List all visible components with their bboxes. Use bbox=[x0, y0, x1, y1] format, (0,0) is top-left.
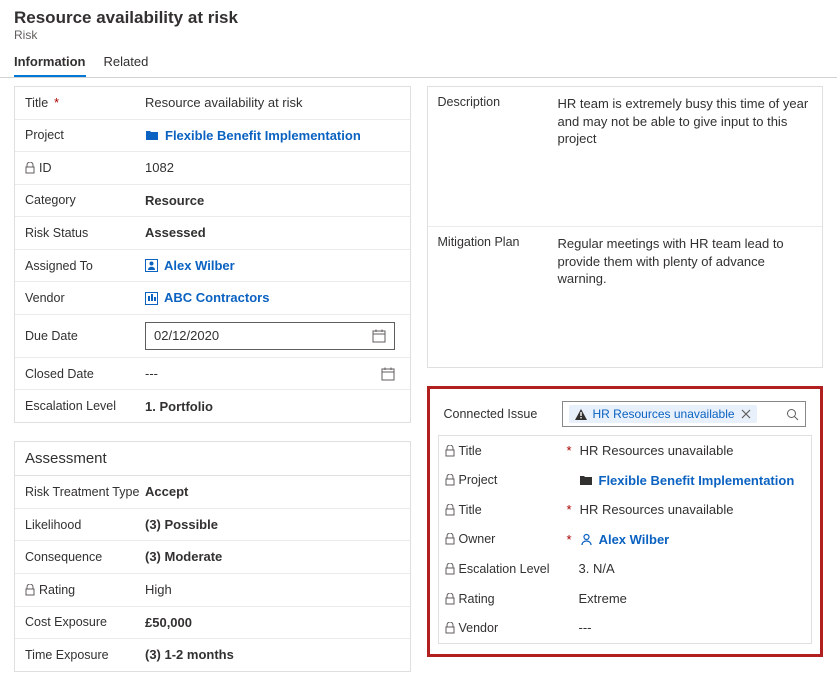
calendar-icon[interactable] bbox=[372, 329, 386, 343]
lock-icon bbox=[445, 504, 455, 516]
connected-issue-lookup[interactable]: HR Resources unavailable bbox=[562, 401, 807, 427]
tab-related[interactable]: Related bbox=[104, 54, 149, 77]
label-category: Category bbox=[25, 193, 145, 207]
label-closed-date: Closed Date bbox=[25, 367, 145, 381]
person-icon bbox=[145, 259, 158, 272]
value-ci-title: HR Resources unavailable bbox=[580, 442, 805, 460]
folder-icon bbox=[145, 129, 159, 141]
label-id: ID bbox=[39, 161, 52, 175]
value-escalation-level[interactable]: 1. Portfolio bbox=[145, 398, 400, 416]
value-category[interactable]: Resource bbox=[145, 192, 400, 210]
lock-icon bbox=[445, 445, 455, 457]
value-id: 1082 bbox=[145, 159, 400, 177]
label-ci-title2: Title bbox=[459, 503, 482, 517]
value-closed-date[interactable]: --- bbox=[145, 365, 158, 383]
lock-icon bbox=[445, 533, 455, 545]
close-icon[interactable] bbox=[741, 409, 751, 419]
folder-icon bbox=[579, 474, 593, 486]
lock-icon bbox=[445, 593, 455, 605]
value-rating: High bbox=[145, 581, 400, 599]
due-date-input[interactable]: 02/12/2020 bbox=[145, 322, 395, 350]
label-mitigation-plan: Mitigation Plan bbox=[438, 235, 558, 249]
label-vendor: Vendor bbox=[25, 291, 145, 305]
value-ci-title2: HR Resources unavailable bbox=[580, 501, 805, 519]
label-title: Title* bbox=[25, 96, 145, 110]
label-ci-vendor: Vendor bbox=[459, 621, 499, 635]
label-escalation-level: Escalation Level bbox=[25, 399, 145, 413]
label-ci-escalation: Escalation Level bbox=[459, 562, 550, 576]
lock-icon bbox=[25, 584, 35, 596]
label-risk-status: Risk Status bbox=[25, 226, 145, 240]
label-time-exposure: Time Exposure bbox=[25, 648, 145, 662]
lock-icon bbox=[445, 563, 455, 575]
value-vendor[interactable]: ABC Contractors bbox=[164, 289, 269, 307]
page-subtitle: Risk bbox=[14, 28, 823, 42]
details-panel: Title* Resource availability at risk Pro… bbox=[14, 86, 411, 423]
value-title[interactable]: Resource availability at risk bbox=[145, 94, 400, 112]
value-assigned-to[interactable]: Alex Wilber bbox=[164, 257, 235, 275]
value-cost-exposure[interactable]: £50,000 bbox=[145, 614, 400, 632]
value-description[interactable]: HR team is extremely busy this time of y… bbox=[558, 95, 813, 148]
assessment-heading: Assessment bbox=[15, 442, 410, 476]
calendar-icon[interactable] bbox=[381, 367, 395, 381]
label-rating: Rating bbox=[39, 583, 75, 597]
person-icon bbox=[580, 533, 593, 546]
label-ci-owner: Owner bbox=[459, 532, 496, 546]
value-time-exposure[interactable]: (3) 1-2 months bbox=[145, 646, 400, 664]
connected-issue-chip-text: HR Resources unavailable bbox=[593, 407, 735, 421]
label-connected-issue: Connected Issue bbox=[444, 407, 554, 421]
value-likelihood[interactable]: (3) Possible bbox=[145, 516, 400, 534]
value-ci-project[interactable]: Flexible Benefit Implementation bbox=[599, 472, 795, 490]
warning-icon bbox=[575, 409, 587, 420]
lock-icon bbox=[25, 162, 35, 174]
connected-issue-panel: Connected Issue HR Resources unavailable bbox=[427, 386, 824, 657]
lock-icon bbox=[445, 622, 455, 634]
label-likelihood: Likelihood bbox=[25, 518, 145, 532]
value-risk-status[interactable]: Assessed bbox=[145, 224, 400, 242]
value-risk-treatment[interactable]: Accept bbox=[145, 483, 400, 501]
label-consequence: Consequence bbox=[25, 550, 145, 564]
assessment-panel: Assessment Risk Treatment Type Accept Li… bbox=[14, 441, 411, 672]
label-risk-treatment: Risk Treatment Type bbox=[25, 485, 145, 499]
label-project: Project bbox=[25, 128, 145, 142]
label-ci-rating: Rating bbox=[459, 592, 495, 606]
value-consequence[interactable]: (3) Moderate bbox=[145, 548, 400, 566]
value-project[interactable]: Flexible Benefit Implementation bbox=[165, 127, 361, 145]
vendor-icon bbox=[145, 292, 158, 305]
label-cost-exposure: Cost Exposure bbox=[25, 615, 145, 629]
value-ci-owner[interactable]: Alex Wilber bbox=[599, 531, 670, 549]
lock-icon bbox=[445, 474, 455, 486]
page-title: Resource availability at risk bbox=[14, 8, 823, 28]
label-ci-project: Project bbox=[459, 473, 498, 487]
tab-information[interactable]: Information bbox=[14, 54, 86, 77]
label-ci-title: Title bbox=[459, 444, 482, 458]
value-ci-vendor: --- bbox=[579, 619, 806, 637]
value-mitigation-plan[interactable]: Regular meetings with HR team lead to pr… bbox=[558, 235, 813, 288]
description-panel: Description HR team is extremely busy th… bbox=[427, 86, 824, 368]
label-assigned-to: Assigned To bbox=[25, 259, 145, 273]
search-icon[interactable] bbox=[786, 408, 799, 421]
label-due-date: Due Date bbox=[25, 329, 145, 343]
value-ci-rating: Extreme bbox=[579, 590, 806, 608]
value-ci-escalation: 3. N/A bbox=[579, 560, 806, 578]
label-description: Description bbox=[438, 95, 558, 109]
